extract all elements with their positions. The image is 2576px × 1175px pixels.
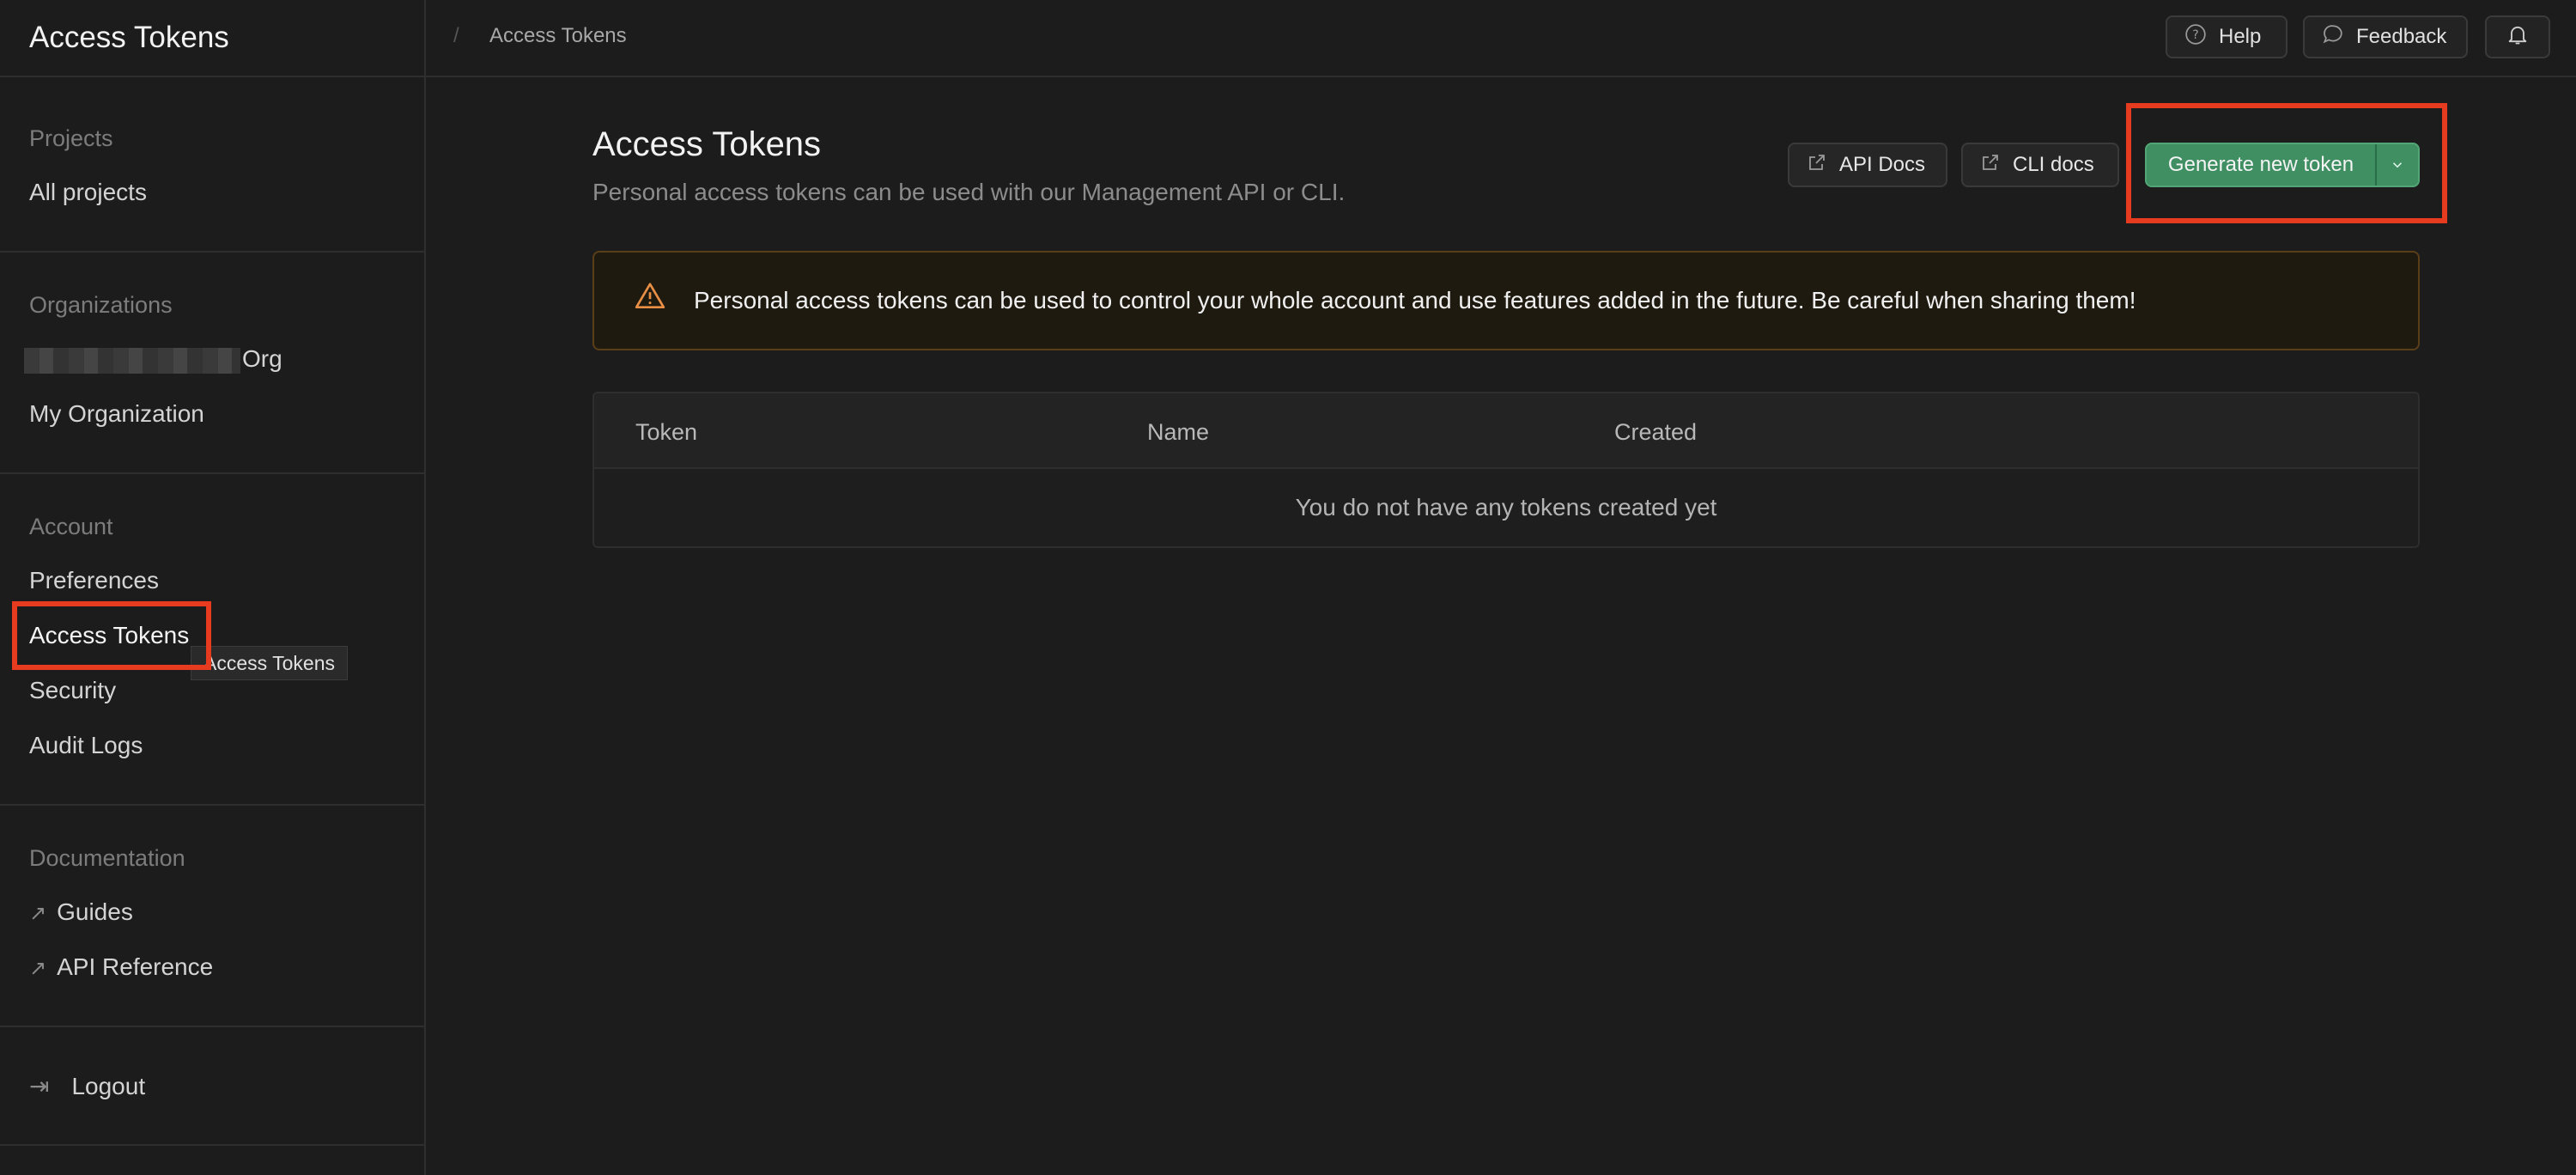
divider	[0, 472, 424, 474]
api-docs-label: API Docs	[1839, 153, 1926, 176]
arrow-up-right-icon: ↗	[29, 902, 47, 925]
sidebar-item-label: API Reference	[57, 953, 214, 980]
cli-docs-button[interactable]: CLI docs	[1961, 143, 2119, 187]
topbar: / Access Tokens ? Help Feedback	[426, 0, 2576, 77]
tooltip: Access Tokens	[191, 646, 348, 680]
section-title-projects: Projects	[29, 125, 113, 151]
sidebar-item-label: Guides	[57, 898, 133, 925]
svg-text:?: ?	[2192, 27, 2198, 41]
redacted-org-name	[24, 347, 240, 374]
chevron-down-icon[interactable]	[2375, 144, 2418, 186]
notifications-button[interactable]	[2485, 15, 2550, 58]
arrow-up-right-icon: ↗	[29, 957, 47, 980]
column-header-created: Created	[1614, 419, 1698, 445]
chat-bubble-icon	[2322, 23, 2344, 52]
divider	[0, 1026, 424, 1027]
generate-token-button-group: Generate new token	[2145, 143, 2420, 187]
section-title-organizations: Organizations	[29, 292, 173, 318]
sidebar-item-preferences[interactable]: Preferences	[29, 567, 159, 594]
generate-token-button[interactable]: Generate new token	[2147, 153, 2375, 177]
table-header: Token Name Created	[594, 393, 2418, 469]
external-link-icon	[1807, 152, 1827, 179]
tokens-table: Token Name Created You do not have any t…	[592, 392, 2420, 548]
external-link-icon	[1980, 152, 2001, 179]
warning-triangle-icon	[634, 280, 666, 321]
feedback-label: Feedback	[2356, 25, 2447, 48]
section-title-account: Account	[29, 514, 113, 539]
question-icon: ?	[2184, 23, 2207, 52]
sidebar-item-audit-logs[interactable]: Audit Logs	[29, 732, 143, 759]
help-label: Help	[2219, 25, 2262, 48]
logout-button[interactable]: ⇥ Logout	[29, 1072, 145, 1100]
cli-docs-label: CLI docs	[2013, 153, 2094, 176]
sidebar-item-api-reference[interactable]: ↗ API Reference	[29, 953, 213, 981]
api-docs-button[interactable]: API Docs	[1788, 143, 1947, 187]
empty-state-message: You do not have any tokens created yet	[594, 469, 2418, 546]
page-subtitle: Personal access tokens can be used with …	[592, 179, 1346, 205]
logout-icon: ⇥	[29, 1073, 50, 1099]
sidebar-item-access-tokens[interactable]: Access Tokens	[29, 622, 189, 649]
breadcrumb-separator: /	[453, 24, 459, 47]
column-header-token: Token	[635, 419, 698, 445]
sidebar-item-redacted-org[interactable]: Org	[24, 345, 283, 374]
bell-icon	[2506, 22, 2530, 52]
section-title-documentation: Documentation	[29, 845, 185, 871]
help-button[interactable]: ? Help	[2166, 15, 2287, 58]
sidebar-item-my-organization[interactable]: My Organization	[29, 400, 204, 428]
divider	[0, 251, 424, 253]
feedback-button[interactable]: Feedback	[2303, 15, 2468, 58]
warning-text: Personal access tokens can be used to co…	[694, 287, 2136, 314]
breadcrumb[interactable]: Access Tokens	[489, 24, 627, 48]
warning-banner: Personal access tokens can be used to co…	[592, 251, 2420, 350]
page-title: Access Tokens	[592, 125, 822, 163]
sidebar: Access Tokens Projects All projects Orga…	[0, 0, 426, 1175]
divider	[0, 804, 424, 806]
sidebar-title: Access Tokens	[0, 0, 424, 77]
sidebar-item-label: Org	[242, 345, 283, 372]
sidebar-item-all-projects[interactable]: All projects	[29, 179, 147, 206]
logout-label: Logout	[71, 1073, 146, 1099]
column-header-name: Name	[1147, 419, 1210, 445]
divider	[0, 1144, 424, 1146]
sidebar-item-guides[interactable]: ↗ Guides	[29, 898, 133, 926]
sidebar-item-security[interactable]: Security	[29, 677, 116, 704]
